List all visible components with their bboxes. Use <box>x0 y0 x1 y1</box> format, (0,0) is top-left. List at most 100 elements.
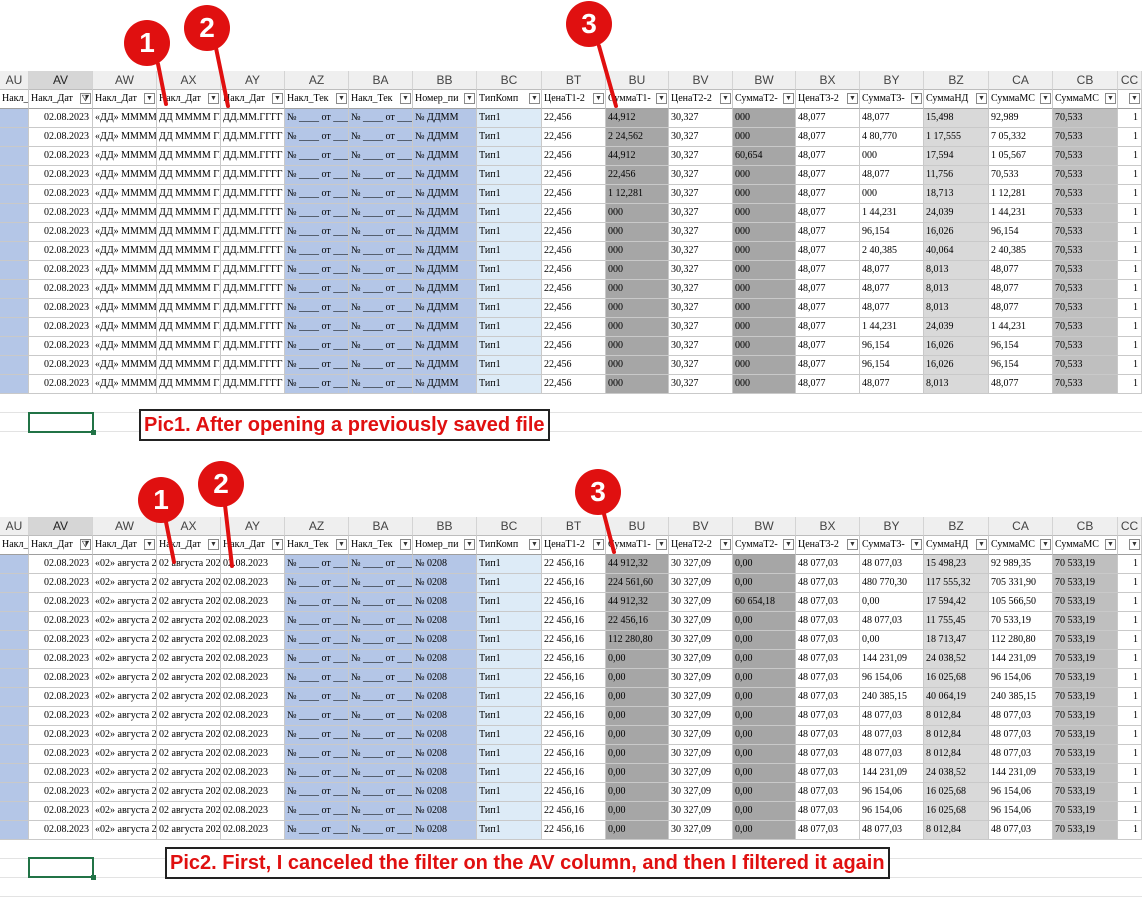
table-cell[interactable]: 30 327,09 <box>669 783 733 802</box>
table-cell[interactable]: 48,077 <box>796 318 860 337</box>
filter-dropdown-icon[interactable]: ▼ <box>464 93 475 104</box>
table-cell[interactable]: 0,00 <box>733 745 796 764</box>
table-cell[interactable]: «02» августа 2023 <box>93 593 157 612</box>
table-cell[interactable]: 02 августа 2023 <box>157 707 221 726</box>
table-cell[interactable] <box>0 166 29 185</box>
table-cell[interactable]: 000 <box>733 299 796 318</box>
table-cell[interactable]: № ____ от ___ <box>349 612 413 631</box>
table-cell[interactable]: № ____ от ___ <box>349 261 413 280</box>
column-header-bb[interactable]: BB <box>413 517 477 536</box>
table-cell[interactable]: 02 августа 2023 <box>157 821 221 840</box>
table-cell[interactable]: № ДДММ <box>413 204 477 223</box>
table-cell[interactable]: ДД.ММ.ГГГГ <box>221 318 285 337</box>
table-cell[interactable]: 000 <box>606 356 669 375</box>
table-cell[interactable]: 22,456 <box>542 375 606 394</box>
table-cell[interactable]: 48,077 <box>796 147 860 166</box>
table-cell[interactable]: 02.08.2023 <box>29 650 93 669</box>
filter-dropdown-icon[interactable]: ▼ <box>656 93 667 104</box>
table-cell[interactable]: № 0208 <box>413 802 477 821</box>
table-cell[interactable]: 1 <box>1118 764 1142 783</box>
table-cell[interactable]: 02.08.2023 <box>29 109 93 128</box>
table-cell[interactable]: Тип1 <box>477 821 542 840</box>
table-cell[interactable]: 96,154 <box>860 337 924 356</box>
table-cell[interactable]: 22,456 <box>606 166 669 185</box>
table-cell[interactable]: 1 <box>1118 261 1142 280</box>
table-cell[interactable]: 11 755,45 <box>924 612 989 631</box>
table-cell[interactable]: 000 <box>860 185 924 204</box>
filter-active-icon[interactable]: ⧩ <box>80 93 91 104</box>
table-cell[interactable]: 02.08.2023 <box>29 631 93 650</box>
column-header-bt[interactable]: BT <box>542 517 606 536</box>
table-cell[interactable]: 02.08.2023 <box>29 128 93 147</box>
table-cell[interactable] <box>0 261 29 280</box>
table-cell[interactable]: № ____ от ___ <box>349 783 413 802</box>
table-cell[interactable]: 96 154,06 <box>860 669 924 688</box>
table-cell[interactable]: 0,00 <box>733 612 796 631</box>
table-cell[interactable]: 60,654 <box>733 147 796 166</box>
table-cell[interactable]: «02» августа 2023 <box>93 707 157 726</box>
table-cell[interactable]: «02» августа 2023 <box>93 631 157 650</box>
table-cell[interactable]: № ДДММ <box>413 280 477 299</box>
table-cell[interactable]: 000 <box>733 128 796 147</box>
table-cell[interactable]: № ____ от ___ <box>285 280 349 299</box>
table-cell[interactable]: 144 231,09 <box>860 650 924 669</box>
table-cell[interactable]: № ДДММ <box>413 223 477 242</box>
table-cell[interactable]: 70 533,19 <box>1053 574 1118 593</box>
table-cell[interactable]: ДД.ММ.ГГГГ <box>221 128 285 147</box>
table-cell[interactable]: № ____ от ___ <box>349 185 413 204</box>
table-cell[interactable]: 8 012,84 <box>924 745 989 764</box>
table-cell[interactable]: 30 327,09 <box>669 555 733 574</box>
table-cell[interactable]: 48,077 <box>860 280 924 299</box>
table-cell[interactable]: Тип1 <box>477 280 542 299</box>
table-cell[interactable]: ДД ММММ ГГГГ <box>157 166 221 185</box>
table-cell[interactable]: 22 456,16 <box>606 612 669 631</box>
table-cell[interactable]: Тип1 <box>477 109 542 128</box>
table-cell[interactable]: 02.08.2023 <box>221 612 285 631</box>
table-cell[interactable]: 70 533,19 <box>1053 631 1118 650</box>
table-cell[interactable]: 1 44,231 <box>860 204 924 223</box>
column-header-cb[interactable]: CB <box>1053 71 1118 90</box>
table-cell[interactable] <box>0 128 29 147</box>
table-cell[interactable]: 30 327,09 <box>669 688 733 707</box>
table-cell[interactable]: 02.08.2023 <box>221 593 285 612</box>
table-cell[interactable]: 96,154 <box>860 223 924 242</box>
table-cell[interactable]: № ____ от ___ <box>285 669 349 688</box>
table-cell[interactable]: № ____ от ___ <box>285 147 349 166</box>
table-cell[interactable]: № 0208 <box>413 764 477 783</box>
table-cell[interactable]: 96,154 <box>989 223 1053 242</box>
table-cell[interactable]: 22 456,16 <box>542 574 606 593</box>
table-cell[interactable]: ДД ММММ ГГГГ <box>157 318 221 337</box>
table-cell[interactable]: Тип1 <box>477 223 542 242</box>
table-cell[interactable]: «02» августа 2023 <box>93 612 157 631</box>
table-cell[interactable]: 22,456 <box>542 223 606 242</box>
table-cell[interactable]: Тип1 <box>477 147 542 166</box>
column-header-bb[interactable]: BB <box>413 71 477 90</box>
table-cell[interactable]: 1 <box>1118 318 1142 337</box>
table-cell[interactable]: 02.08.2023 <box>221 726 285 745</box>
table-cell[interactable]: 02 августа 2023 <box>157 764 221 783</box>
table-cell[interactable]: 16 025,68 <box>924 802 989 821</box>
table-cell[interactable]: 48 077,03 <box>989 745 1053 764</box>
filter-header-cell[interactable]: ▼ <box>1118 90 1142 109</box>
filter-dropdown-icon[interactable]: ▼ <box>783 539 794 550</box>
table-cell[interactable]: 48 077,03 <box>796 726 860 745</box>
table-cell[interactable]: 22 456,16 <box>542 764 606 783</box>
table-cell[interactable] <box>0 204 29 223</box>
table-cell[interactable]: 0,00 <box>606 707 669 726</box>
table-cell[interactable]: 48,077 <box>860 109 924 128</box>
table-cell[interactable]: 48,077 <box>796 204 860 223</box>
table-cell[interactable] <box>0 223 29 242</box>
table-cell[interactable]: ДД ММММ ГГГГ <box>157 204 221 223</box>
table-cell[interactable]: № ____ от ___ <box>349 223 413 242</box>
table-cell[interactable]: 02 августа 2023 <box>157 612 221 631</box>
table-cell[interactable]: № ____ от ___ <box>285 318 349 337</box>
table-cell[interactable]: № ____ от ___ <box>285 764 349 783</box>
table-cell[interactable] <box>0 612 29 631</box>
table-cell[interactable]: 15 498,23 <box>924 555 989 574</box>
table-cell[interactable]: № ____ от ___ <box>349 555 413 574</box>
table-cell[interactable] <box>0 688 29 707</box>
table-cell[interactable]: 70 533,19 <box>1053 802 1118 821</box>
table-cell[interactable]: 48 077,03 <box>860 726 924 745</box>
table-cell[interactable]: Тип1 <box>477 128 542 147</box>
filter-dropdown-icon[interactable]: ▼ <box>144 539 155 550</box>
